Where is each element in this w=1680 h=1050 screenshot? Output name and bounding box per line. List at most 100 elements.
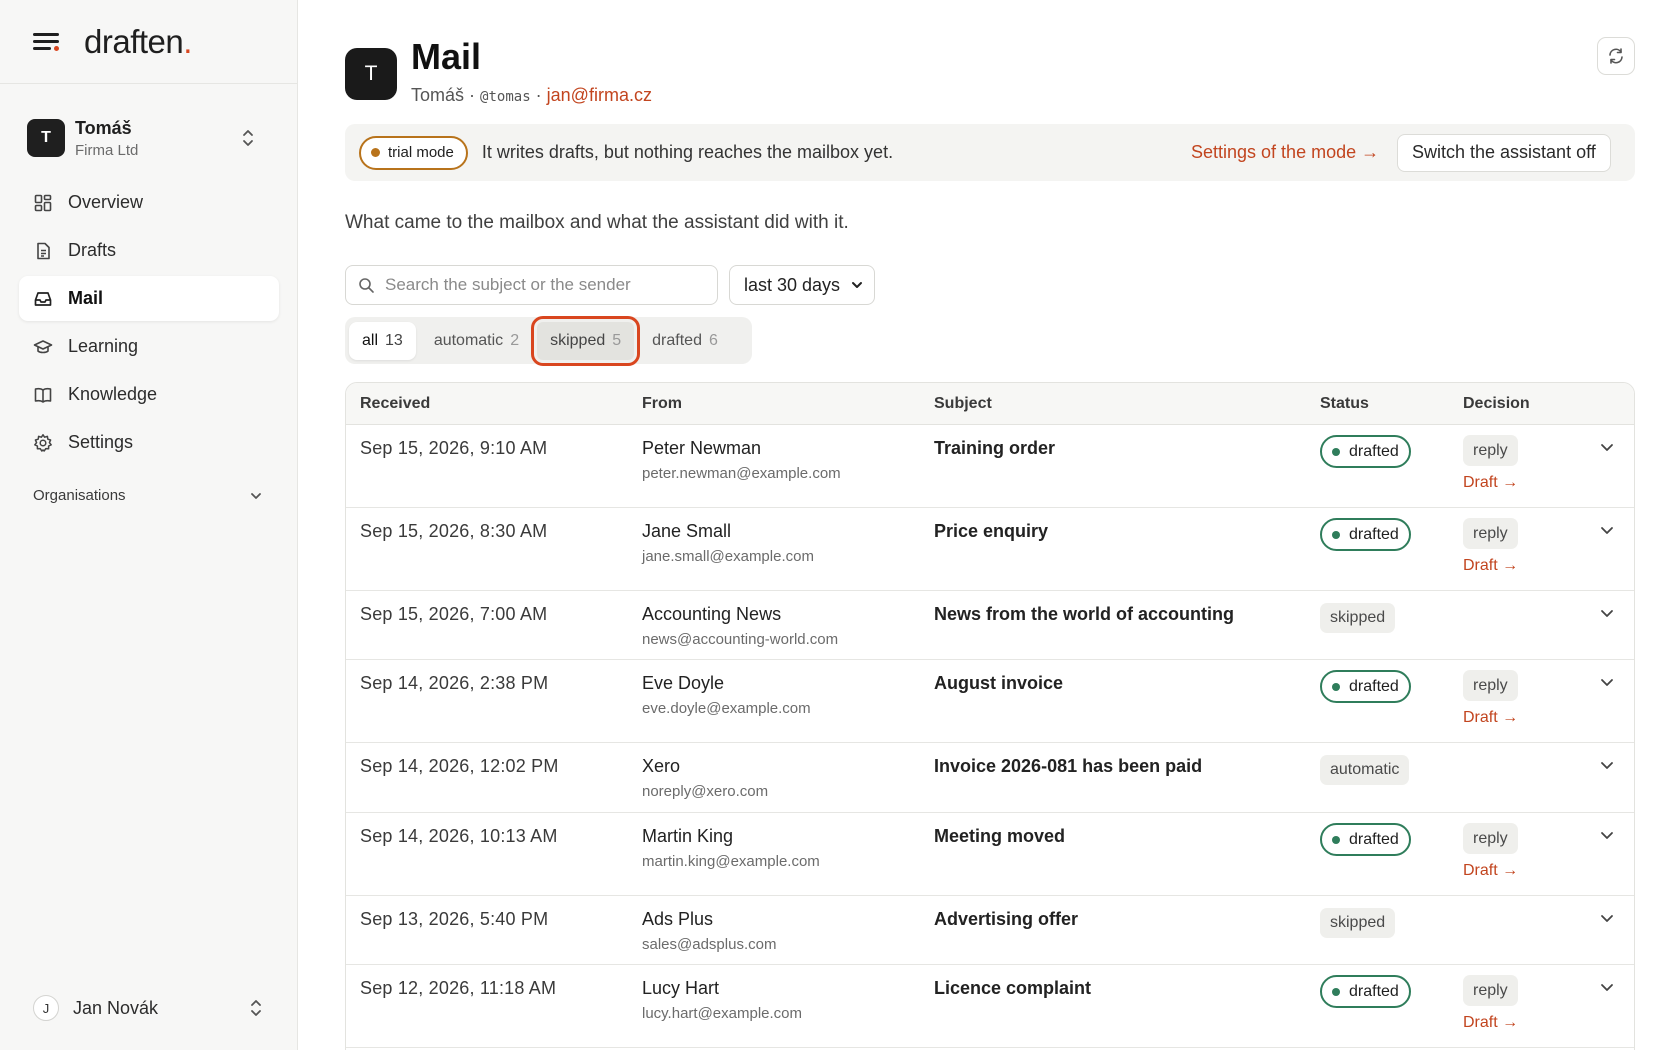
table-row[interactable]: Sep 14, 2026, 12:02 PM Xero noreply@xero.… xyxy=(346,743,1634,813)
subject: Invoice 2026-081 has been paid xyxy=(934,756,1203,776)
column-received[interactable]: Received xyxy=(360,395,430,413)
nav-drafts[interactable]: Drafts xyxy=(19,228,279,273)
nav-learning[interactable]: Learning xyxy=(19,324,279,369)
refresh-button[interactable] xyxy=(1597,37,1635,75)
draft-link[interactable]: Draft → xyxy=(1463,474,1518,492)
column-decision[interactable]: Decision xyxy=(1463,395,1530,413)
nav-label: Overview xyxy=(68,192,144,212)
separator: · xyxy=(469,85,476,105)
draft-link[interactable]: Draft → xyxy=(1463,862,1518,880)
table-row[interactable]: Sep 14, 2026, 2:38 PM Eve Doyle eve.doyle… xyxy=(346,660,1634,743)
user-menu[interactable]: J Jan Novák xyxy=(33,992,273,1024)
table-row[interactable]: Sep 15, 2026, 9:10 AM Peter Newman peter.… xyxy=(346,425,1634,508)
tab-label: drafted xyxy=(652,331,702,349)
main-nav: Overview Drafts Mail Learning Knowledge … xyxy=(19,180,279,468)
graduation-cap-icon xyxy=(33,339,53,353)
chevron-down-icon[interactable] xyxy=(1600,678,1614,688)
tab-drafted[interactable]: drafted 6 xyxy=(639,322,731,360)
chevron-down-icon[interactable] xyxy=(1600,983,1614,993)
sender-email: eve.doyle@example.com xyxy=(642,700,811,717)
user-name: Jan Novák xyxy=(73,997,159,1018)
sender-name: Jane Small xyxy=(642,521,732,541)
column-subject[interactable]: Subject xyxy=(934,395,992,413)
status-badge: drafted xyxy=(1320,975,1411,1008)
tab-label: automatic xyxy=(433,331,504,349)
mail-table: Received From Subject Status Decision Se… xyxy=(345,382,1635,1050)
table-row[interactable]: Sep 15, 2026, 8:30 AM Jane Small jane.sma… xyxy=(346,508,1634,591)
status-badge: skipped xyxy=(1320,601,1396,633)
switch-assistant-off-button[interactable]: Switch the assistant off xyxy=(1397,133,1611,172)
sender: Eve Doyle eve.doyle@example.com xyxy=(642,673,811,717)
table-row[interactable]: Sep 15, 2026, 7:00 AM Accounting News new… xyxy=(346,591,1634,660)
status-label: automatic xyxy=(1320,755,1410,785)
grid-icon xyxy=(34,194,52,211)
nav-overview[interactable]: Overview xyxy=(19,180,279,225)
page-description: What came to the mailbox and what the as… xyxy=(345,212,849,233)
organisations-toggle[interactable]: Organisations xyxy=(33,487,263,504)
status-label: drafted xyxy=(1349,525,1399,543)
nav-settings[interactable]: Settings xyxy=(19,420,279,465)
inbox-icon xyxy=(34,291,52,306)
menu-icon[interactable] xyxy=(33,33,59,51)
chevron-down-icon[interactable] xyxy=(1600,443,1614,453)
search-field[interactable] xyxy=(345,265,718,305)
chevron-down-icon[interactable] xyxy=(1600,761,1614,771)
sender-email: martin.king@example.com xyxy=(642,853,820,870)
table-row[interactable]: Sep 12, 2026, 11:18 AM Lucy Hart lucy.har… xyxy=(346,965,1634,1048)
table-row[interactable]: Sep 13, 2026, 5:40 PM Ads Plus sales@adsp… xyxy=(346,896,1634,965)
decision-badge: reply xyxy=(1463,823,1518,854)
received-date: Sep 14, 2026, 12:02 PM xyxy=(360,756,559,776)
status-badge: drafted xyxy=(1320,435,1411,468)
mode-settings-link[interactable]: Settings of the mode → xyxy=(1191,142,1379,163)
column-status[interactable]: Status xyxy=(1320,395,1369,413)
decision-badge: reply xyxy=(1463,435,1518,466)
mailbox-avatar: T xyxy=(345,48,397,100)
tab-skipped[interactable]: skipped 5 xyxy=(531,315,641,366)
subject: News from the world of accounting xyxy=(934,604,1235,624)
sender: Jane Small jane.small@example.com xyxy=(642,521,814,565)
status-label: skipped xyxy=(1320,908,1396,938)
period-value: last 30 days xyxy=(744,274,841,295)
sender-name: Eve Doyle xyxy=(642,673,725,693)
status-dot xyxy=(1332,682,1340,691)
logo[interactable]: draften. xyxy=(84,23,192,61)
subject: Training order xyxy=(934,438,1056,458)
brand-bar: draften. xyxy=(0,0,297,84)
banner-text: It writes drafts, but nothing reaches th… xyxy=(481,142,894,162)
mailbox-email-link[interactable]: jan@firma.cz xyxy=(547,85,652,105)
search-icon xyxy=(359,277,374,293)
account-company: Firma Ltd xyxy=(75,141,139,159)
status-dot xyxy=(1332,530,1340,539)
sender-email: noreply@xero.com xyxy=(642,783,769,800)
chevron-down-icon xyxy=(852,282,862,288)
chevron-down-icon[interactable] xyxy=(1600,831,1614,841)
status-filter-tabs: all 13 automatic 2 skipped 5 drafted 6 xyxy=(345,315,752,366)
draft-link[interactable]: Draft → xyxy=(1463,557,1518,575)
period-select[interactable]: last 30 days xyxy=(729,265,875,305)
tab-automatic[interactable]: automatic 2 xyxy=(421,322,532,360)
trial-mode-banner: trial mode It writes drafts, but nothing… xyxy=(345,124,1635,181)
received-date: Sep 14, 2026, 10:13 AM xyxy=(360,826,558,846)
tab-all[interactable]: all 13 xyxy=(349,321,416,360)
chevron-down-icon[interactable] xyxy=(1600,609,1614,619)
subject: Meeting moved xyxy=(934,826,1066,846)
nav-mail[interactable]: Mail xyxy=(19,276,279,321)
table-row[interactable]: Sep 14, 2026, 10:13 AM Martin King martin… xyxy=(346,813,1634,896)
status-badge: automatic xyxy=(1320,753,1410,785)
organisations-label: Organisations xyxy=(33,487,126,504)
book-icon xyxy=(34,387,52,403)
draft-link[interactable]: Draft → xyxy=(1463,1014,1518,1032)
sender: Peter Newman peter.newman@example.com xyxy=(642,438,841,482)
account-switcher[interactable]: T Tomáš Firma Ltd xyxy=(20,110,275,166)
user-avatar: J xyxy=(33,995,59,1021)
nav-knowledge[interactable]: Knowledge xyxy=(19,372,279,417)
chevron-down-icon[interactable] xyxy=(1600,914,1614,924)
search-input[interactable] xyxy=(385,275,705,295)
column-from[interactable]: From xyxy=(642,395,682,413)
draft-link[interactable]: Draft → xyxy=(1463,709,1518,727)
chevron-down-icon[interactable] xyxy=(1600,526,1614,536)
sender-email: sales@adsplus.com xyxy=(642,936,777,953)
decision-badge: reply xyxy=(1463,975,1518,1006)
sender: Lucy Hart lucy.hart@example.com xyxy=(642,978,802,1022)
refresh-icon xyxy=(1609,48,1623,64)
